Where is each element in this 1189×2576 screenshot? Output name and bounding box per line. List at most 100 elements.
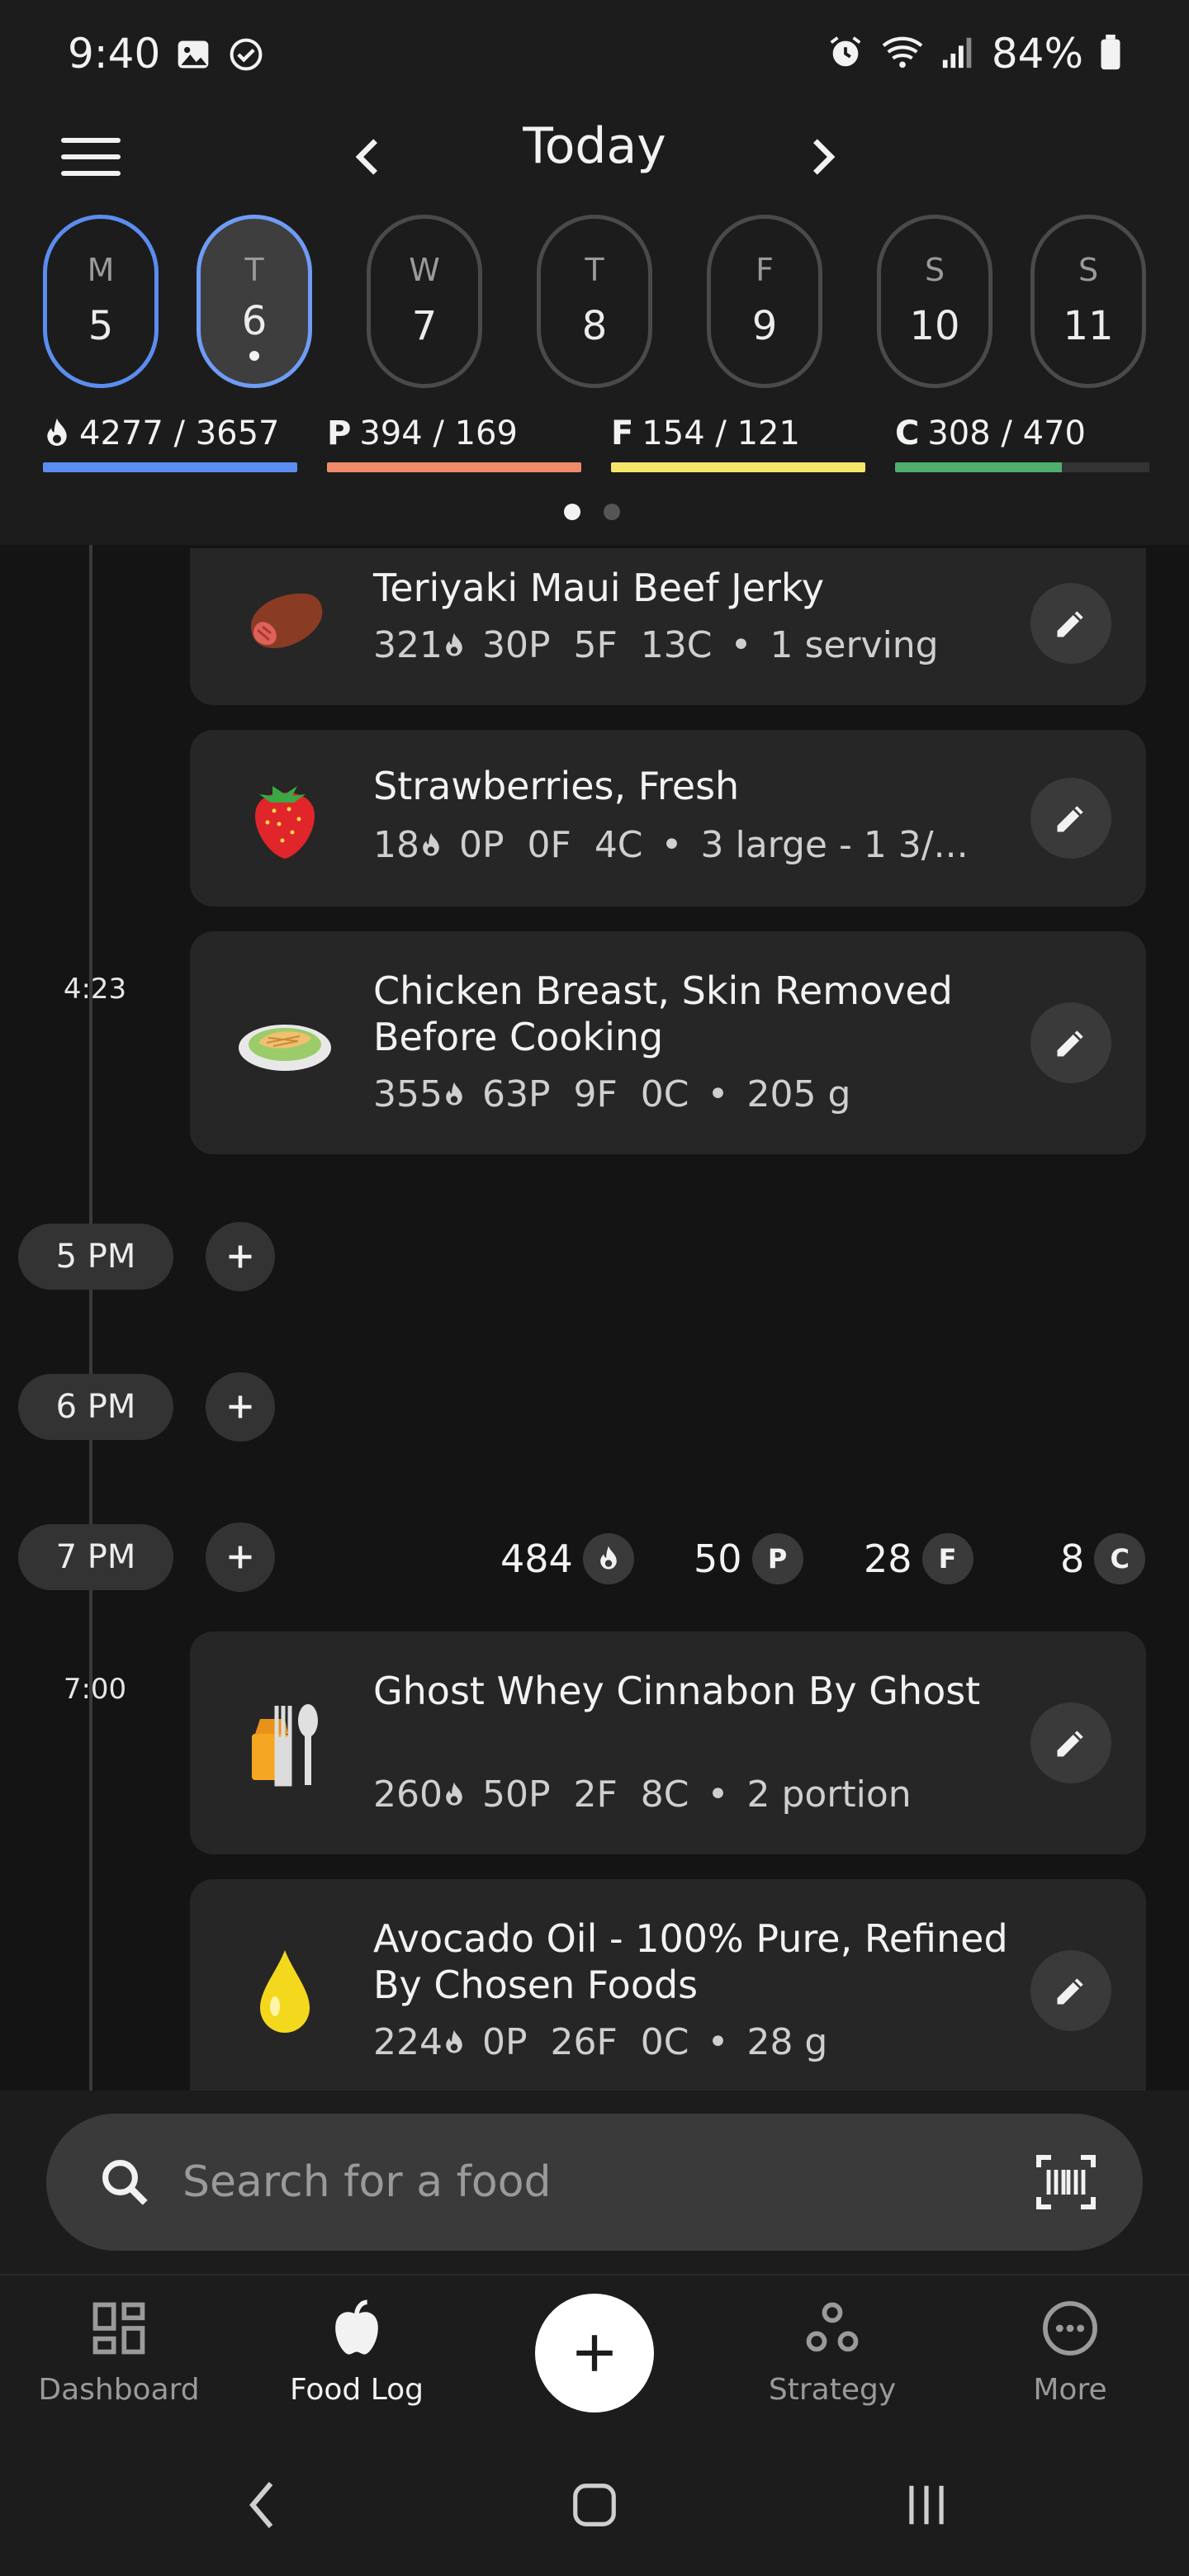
food-macros: 355 63P 9F 0C • 205 g — [373, 1073, 851, 1115]
food-entry-card[interactable]: Teriyaki Maui Beef Jerky 321 30P 5F 13C … — [190, 548, 1146, 705]
add-food-6pm-button[interactable] — [206, 1372, 275, 1442]
calories-macro: 4277 / 3657 — [43, 414, 297, 472]
day-monday[interactable]: M 5 — [43, 215, 159, 388]
pencil-icon — [1057, 1030, 1083, 1057]
day-wednesday[interactable]: W 7 — [367, 215, 482, 388]
system-recents-button[interactable] — [877, 2472, 976, 2538]
recents-icon — [909, 2485, 944, 2525]
day-friday[interactable]: F 9 — [707, 215, 822, 388]
barcode-scanner-icon[interactable] — [1034, 2150, 1098, 2218]
flame-icon — [47, 418, 67, 446]
entry-time-label: 7:00 — [63, 1673, 127, 1706]
protein-progress-bar — [327, 462, 581, 472]
flame-icon — [446, 1782, 462, 1806]
dashboard-icon — [92, 2302, 145, 2355]
day-sunday[interactable]: S 11 — [1030, 215, 1146, 388]
add-food-5pm-button[interactable] — [206, 1222, 275, 1291]
search-icon — [97, 2155, 152, 2213]
search-bar-container — [0, 2091, 1189, 2274]
pencil-icon — [1057, 611, 1083, 637]
edit-entry-button[interactable] — [1030, 583, 1111, 664]
status-bar: 9:40 84% — [0, 0, 1189, 107]
food-entry-card[interactable]: Chicken Breast, Skin Removed Before Cook… — [190, 931, 1146, 1154]
edit-entry-button[interactable] — [1030, 1950, 1111, 2031]
edit-entry-button[interactable] — [1030, 1002, 1111, 1083]
next-day-button[interactable] — [790, 124, 856, 190]
hour-calorie-total: 484 — [500, 1526, 634, 1592]
edit-entry-button[interactable] — [1030, 1702, 1111, 1783]
day-tuesday-selected[interactable]: T 6 — [197, 215, 312, 388]
hour-carbs-total: 8 C — [1060, 1526, 1146, 1592]
signal-icon — [940, 33, 977, 74]
battery-percent: 84% — [991, 30, 1083, 78]
apple-icon — [335, 2299, 378, 2355]
pencil-icon — [1057, 1978, 1083, 2005]
macro-summary[interactable]: 4277 / 3657 P 394 / 169 F 154 / 121 C 308 /… — [43, 414, 1149, 472]
protein-macro: P 394 / 169 — [327, 414, 581, 472]
plus-icon — [229, 1395, 252, 1418]
nav-more[interactable]: More — [963, 2297, 1177, 2407]
carbs-badge: C — [1094, 1533, 1146, 1584]
pencil-icon — [1057, 806, 1083, 832]
menu-button[interactable] — [58, 128, 124, 186]
nav-dashboard[interactable]: Dashboard — [12, 2297, 226, 2407]
search-input[interactable] — [182, 2147, 926, 2218]
strawberry-icon — [231, 763, 339, 870]
food-entry-card[interactable]: Strawberries, Fresh 18 0P 0F 4C • 3 large… — [190, 730, 1146, 907]
back-chevron-icon — [249, 2482, 273, 2528]
day-thursday[interactable]: T 8 — [537, 215, 652, 388]
fat-progress-bar — [611, 462, 865, 472]
previous-day-button[interactable] — [334, 124, 400, 190]
menu-icon — [61, 138, 121, 143]
protein-badge: P — [751, 1533, 803, 1584]
plus-icon — [229, 1546, 252, 1569]
gallery-icon — [175, 36, 211, 76]
carbs-progress-bar — [895, 462, 1062, 472]
chevron-right-icon — [813, 139, 836, 175]
carbs-macro: C 308 / 470 — [895, 414, 1149, 472]
flame-icon — [446, 632, 462, 656]
food-macros: 260 50P 2F 8C • 2 portion — [373, 1773, 912, 1816]
date-header: Today M 5 T 6 W 7 T 8 F 9 S 10 S 11 4277… — [0, 107, 1189, 545]
week-day-selector: M 5 T 6 W 7 T 8 F 9 S 10 S 11 — [43, 215, 1149, 392]
plus-icon — [576, 2335, 613, 2371]
edit-entry-button[interactable] — [1030, 778, 1111, 859]
nav-strategy[interactable]: Strategy — [725, 2297, 940, 2407]
flame-icon — [446, 2029, 462, 2053]
alarm-icon — [827, 33, 865, 74]
flame-icon — [446, 1082, 462, 1106]
page-dot — [604, 504, 620, 520]
fat-macro: F 154 / 121 — [611, 414, 865, 472]
beef-jerky-icon — [231, 565, 339, 672]
wifi-icon — [879, 33, 926, 74]
system-navigation — [0, 2431, 1189, 2576]
hour-fat-total: 28 F — [864, 1526, 973, 1592]
home-square-icon — [573, 2484, 616, 2526]
hour-protein-total: 50 P — [694, 1526, 803, 1592]
food-macros: 18 0P 0F 4C • 3 large - 1 3/... — [373, 824, 969, 866]
add-food-7pm-button[interactable] — [206, 1522, 275, 1592]
add-button[interactable] — [535, 2294, 654, 2413]
more-icon — [1043, 2301, 1097, 2356]
calories-progress-bar — [43, 462, 297, 472]
entry-time-label: 4:23 — [63, 973, 127, 1006]
bottom-navigation: Dashboard Food Log Strategy More — [0, 2274, 1189, 2431]
chicken-plate-icon — [231, 989, 339, 1096]
page-indicator — [564, 504, 620, 520]
food-entry-card[interactable]: Avocado Oil - 100% Pure, Refined By Chos… — [190, 1879, 1146, 2091]
status-time: 9:40 — [68, 30, 161, 78]
food-macros: 224 0P 26F 0C • 28 g — [373, 2021, 828, 2063]
fat-badge: F — [921, 1533, 973, 1584]
search-box[interactable] — [46, 2114, 1143, 2251]
pencil-icon — [1057, 1731, 1083, 1757]
strategy-icon — [806, 2302, 859, 2352]
system-back-button[interactable] — [213, 2472, 312, 2538]
hour-label-5pm: 5 PM — [18, 1224, 173, 1290]
nav-food-log[interactable]: Food Log — [249, 2297, 464, 2407]
today-indicator-dot — [249, 351, 259, 361]
food-entry-card[interactable]: Ghost Whey Cinnabon By Ghost 260 50P 2F … — [190, 1631, 1146, 1854]
system-home-button[interactable] — [545, 2472, 644, 2538]
timeline-line — [89, 545, 92, 2097]
day-saturday[interactable]: S 10 — [877, 215, 992, 388]
page-title: Today — [523, 117, 666, 175]
